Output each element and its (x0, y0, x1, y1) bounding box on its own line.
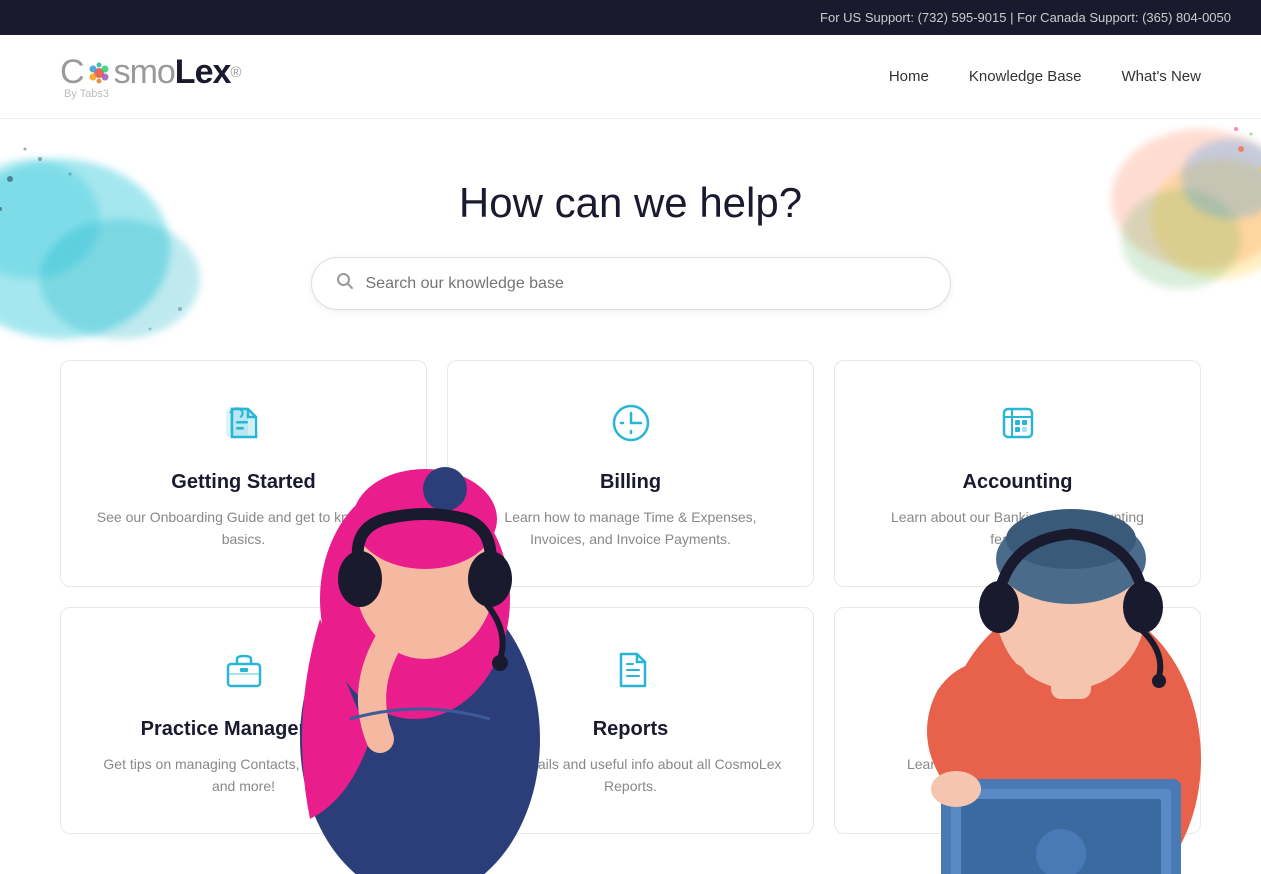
card-advanced-desc: Learn about advanced features and config… (865, 753, 1170, 798)
card-accounting-title: Accounting (865, 471, 1170, 494)
card-getting-started-title: Getting Started (91, 471, 396, 494)
logo-by-tabs: By Tabs3 (64, 88, 109, 100)
top-bar: For US Support: (732) 595-9015 | For Can… (0, 0, 1261, 35)
logo-lex: Lex (175, 53, 231, 92)
nav-whats-new[interactable]: What's New (1121, 68, 1201, 85)
card-reports-desc: Know details and useful info about all C… (478, 753, 783, 798)
card-getting-started-desc: See our Onboarding Guide and get to know… (91, 506, 396, 551)
search-input[interactable] (366, 275, 926, 293)
card-billing-desc: Learn how to manage Time & Expenses, Inv… (478, 506, 783, 551)
card-reports-icon (478, 648, 783, 702)
card-accounting[interactable]: Accounting Learn about our Banking and A… (834, 360, 1201, 587)
logo[interactable]: C smo Lex ® By Tabs3 (60, 53, 241, 100)
support-text: For US Support: (732) 595-9015 | For Can… (820, 10, 1231, 25)
card-practice-management-title: Practice Management (91, 718, 396, 741)
card-accounting-icon (865, 401, 1170, 455)
card-reports[interactable]: Reports Know details and useful info abo… (447, 607, 814, 834)
card-advanced[interactable]: Advanced Learn about advanced features a… (834, 607, 1201, 834)
card-billing-icon (478, 401, 783, 455)
card-getting-started[interactable]: Getting Started See our Onboarding Guide… (60, 360, 427, 587)
card-billing-title: Billing (478, 471, 783, 494)
main-content: How can we help? Getting Started See our… (0, 119, 1261, 874)
card-billing[interactable]: Billing Learn how to manage Time & Expen… (447, 360, 814, 587)
card-reports-title: Reports (478, 718, 783, 741)
card-advanced-icon (865, 648, 1170, 702)
cards-grid: Getting Started See our Onboarding Guide… (60, 360, 1201, 834)
search-icon (336, 272, 354, 295)
logo-smo: smo (114, 53, 175, 92)
card-advanced-title: Advanced (865, 718, 1170, 741)
hero-title: How can we help? (60, 179, 1201, 227)
logo-cosmo: C (60, 53, 84, 92)
card-practice-management[interactable]: Practice Management Get tips on managing… (60, 607, 427, 834)
logo-reg: ® (230, 64, 241, 81)
card-getting-started-icon (91, 401, 396, 455)
header: C smo Lex ® By Tabs3 Home Knowledge Base… (0, 35, 1261, 119)
card-accounting-desc: Learn about our Banking and Accounting f… (865, 506, 1170, 551)
card-practice-management-desc: Get tips on managing Contacts, Client Po… (91, 753, 396, 798)
main-nav: Home Knowledge Base What's New (889, 68, 1201, 85)
nav-knowledge-base[interactable]: Knowledge Base (969, 68, 1082, 85)
logo-dot-icon (85, 59, 113, 87)
card-practice-management-icon (91, 648, 396, 702)
nav-home[interactable]: Home (889, 68, 929, 85)
content-center: How can we help? Getting Started See our… (60, 179, 1201, 834)
search-bar[interactable] (311, 257, 951, 310)
